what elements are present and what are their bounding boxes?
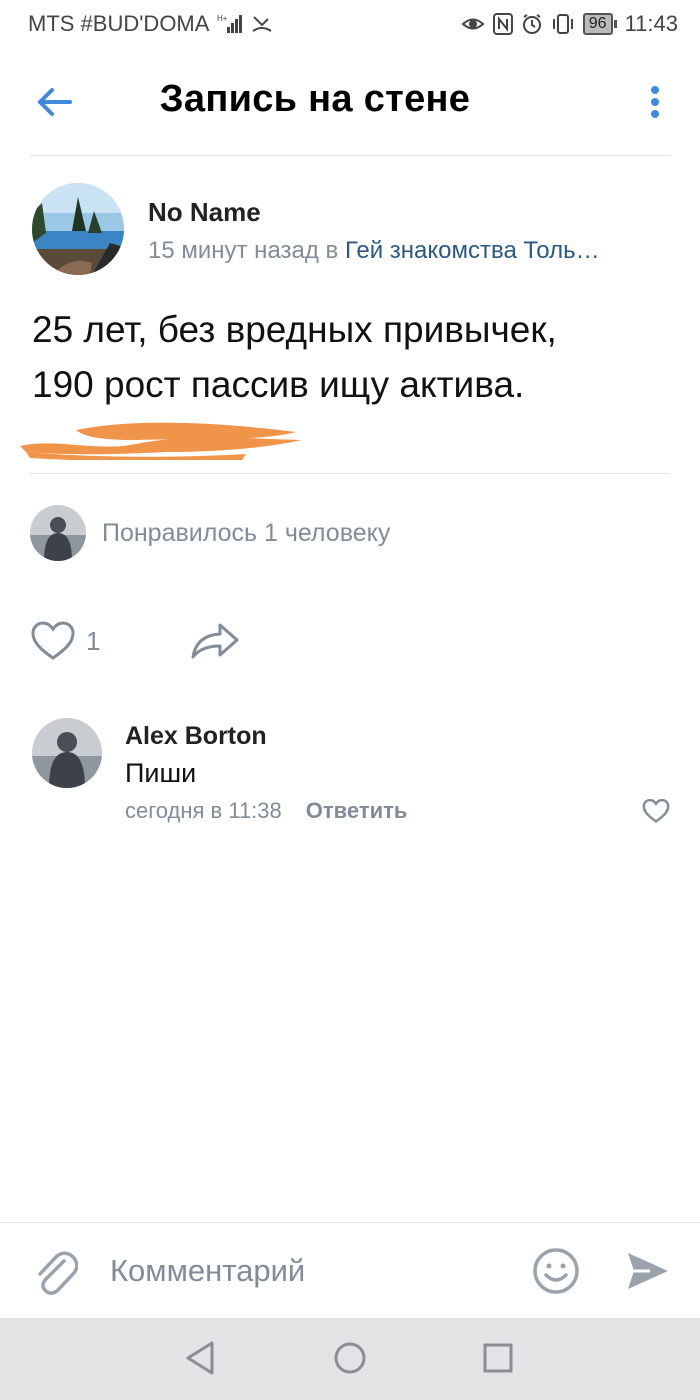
send-button[interactable]: [626, 1249, 670, 1298]
share-icon: [191, 623, 239, 659]
clock: 11:43: [624, 11, 678, 36]
post-meta: 15 минут назад в Гей знакомства Толь…: [148, 237, 668, 265]
heart-outline-icon: [31, 621, 75, 660]
nav-back-button[interactable]: [184, 1340, 216, 1381]
nav-home-button[interactable]: [333, 1340, 367, 1381]
comment: Alex Borton Пиши сегодня в 11:38 Ответит…: [30, 718, 670, 828]
page-title: Запись на стене: [159, 78, 471, 120]
post-divider: [30, 473, 670, 474]
comment-author[interactable]: Alex Borton: [125, 722, 267, 751]
smile-icon: [533, 1248, 579, 1294]
circle-home-icon: [334, 1342, 366, 1374]
post-header: No Name 15 минут назад в Гей знакомства …: [30, 183, 670, 275]
post-author-name[interactable]: No Name: [148, 197, 261, 228]
share-button[interactable]: [190, 622, 240, 660]
call-missed-icon: [251, 13, 273, 35]
like-button[interactable]: 1: [30, 621, 100, 661]
triangle-back-icon: [186, 1341, 214, 1375]
vibrate-icon: [551, 13, 575, 35]
comment-text: Пиши: [125, 758, 197, 788]
likes-summary-text: Понравилось 1 человеку: [102, 518, 391, 547]
post-actions: 1: [30, 616, 240, 666]
nfc-icon: [492, 13, 513, 35]
battery-level: 96: [582, 13, 613, 35]
post-text-line-1: 25 лет, без вредных привычек,: [32, 309, 557, 350]
post-text-line-2: 190 рост пассив ищу актива.: [32, 364, 525, 405]
more-options-button[interactable]: [640, 80, 670, 124]
comment-like-button[interactable]: [642, 798, 670, 829]
system-nav-bar: [0, 1318, 700, 1400]
battery-icon: 96: [582, 13, 617, 35]
comment-composer: [0, 1222, 700, 1318]
eye-icon: [461, 15, 485, 33]
emoji-button[interactable]: [532, 1247, 580, 1300]
carrier-name: MTS #BUD'DOMA: [28, 11, 210, 36]
nav-recents-button[interactable]: [482, 1340, 514, 1381]
likes-summary[interactable]: Понравилось 1 человеку: [30, 505, 390, 561]
redaction-scribble: [20, 422, 302, 460]
like-count: 1: [86, 625, 101, 656]
square-recents-icon: [483, 1343, 513, 1373]
header-divider: [30, 155, 670, 156]
svg-text:H+: H+: [217, 14, 228, 23]
comment-time: сегодня в 11:38: [125, 798, 282, 823]
status-left: MTS #BUD'DOMA H+: [28, 11, 273, 37]
paperclip-icon: [38, 1251, 79, 1295]
app-header: Запись на стене: [0, 52, 700, 152]
send-icon: [628, 1253, 668, 1289]
signal-icon: H+: [217, 13, 243, 35]
comment-input[interactable]: [110, 1249, 510, 1293]
more-vertical-icon: [651, 86, 659, 118]
liker-avatar: [30, 505, 86, 561]
group-link[interactable]: Гей знакомства Толь…: [345, 237, 600, 264]
reply-button[interactable]: Ответить: [306, 798, 408, 824]
post-time: 15 минут назад в: [148, 237, 339, 264]
heart-outline-icon: [642, 798, 670, 823]
post-text: 25 лет, без вредных привычек, 190 рост п…: [32, 302, 652, 412]
comment-avatar[interactable]: [32, 718, 102, 788]
status-right: 96 11:43: [461, 11, 678, 37]
alarm-icon: [521, 13, 543, 35]
status-bar: MTS #BUD'DOMA H+ 96 11:43: [0, 0, 700, 48]
author-avatar[interactable]: [32, 183, 124, 275]
attach-button[interactable]: [34, 1247, 79, 1302]
comment-meta: сегодня в 11:38 Ответить: [125, 798, 407, 824]
